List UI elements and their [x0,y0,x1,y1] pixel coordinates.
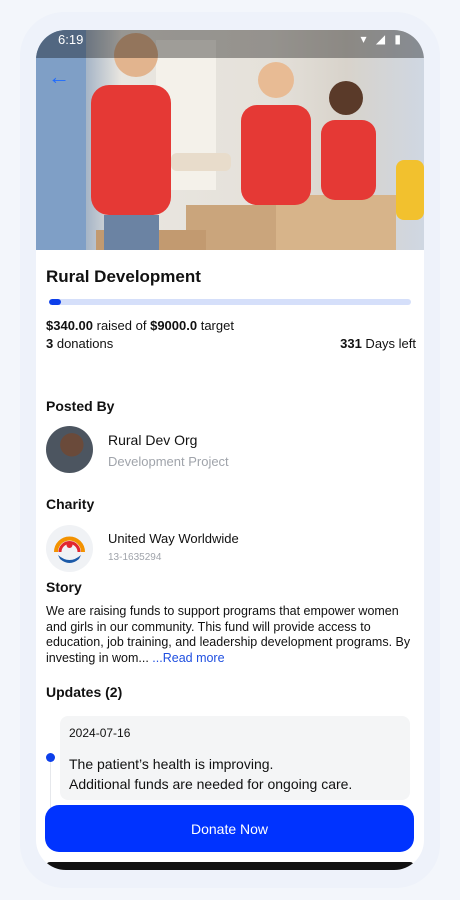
days-label: Days left [361,336,416,351]
organizer-name[interactable]: Rural Dev Org [108,432,197,448]
back-arrow-icon[interactable]: ← [46,64,72,90]
charity-ein: 13-1635294 [108,552,162,563]
update-card[interactable]: 2024-07-16 The patient’s health is impro… [60,716,410,800]
united-way-logo-icon [54,536,85,563]
status-icons: ▾ ◢ ▮ [360,32,404,46]
charity-logo-icon[interactable] [46,525,93,572]
bottom-edge [46,862,414,870]
donate-now-button[interactable]: Donate Now [45,805,414,852]
app-screen: 6:19 ▾ ◢ ▮ ← Rural Development $340.00 r… [36,30,424,870]
raised-text: raised of [93,318,151,333]
donations-count: 3 donations [46,336,113,351]
organizer-subtitle: Development Project [108,454,229,469]
funding-progress-fill [49,299,62,305]
update-line-1: The patient’s health is improving. [69,756,274,772]
update-line-2: Additional funds are needed for ongoing … [69,776,353,792]
story-body: We are raising funds to support programs… [46,604,411,665]
target-amount: $9000.0 [150,318,198,333]
target-text: target [197,318,234,333]
raised-amount: $340.00 [46,318,93,333]
volunteers-photo [36,30,424,250]
days-left: 331 Days left [340,336,416,351]
story-text: We are raising funds to support programs… [46,604,416,666]
update-text: The patient’s health is improving. Addit… [69,754,352,794]
hero-image: 6:19 ▾ ◢ ▮ ← [36,30,424,250]
status-time: 6:19 [58,32,84,47]
update-date: 2024-07-16 [69,726,131,740]
charity-heading: Charity [46,496,95,512]
days-number: 331 [340,336,362,351]
organizer-avatar[interactable] [46,426,93,473]
timeline-dot [46,753,55,762]
posted-by-heading: Posted By [46,398,115,414]
donations-label: donations [53,336,114,351]
read-more-link[interactable]: ...Read more [152,651,224,665]
campaign-title: Rural Development [46,267,201,286]
funding-progress-bar [49,299,411,305]
story-heading: Story [46,579,82,595]
funding-amounts: $340.00 raised of $9000.0 target [46,318,234,333]
status-bar: 6:19 ▾ ◢ ▮ [36,30,424,58]
charity-name[interactable]: United Way Worldwide [108,531,239,546]
updates-heading: Updates (2) [46,684,123,700]
